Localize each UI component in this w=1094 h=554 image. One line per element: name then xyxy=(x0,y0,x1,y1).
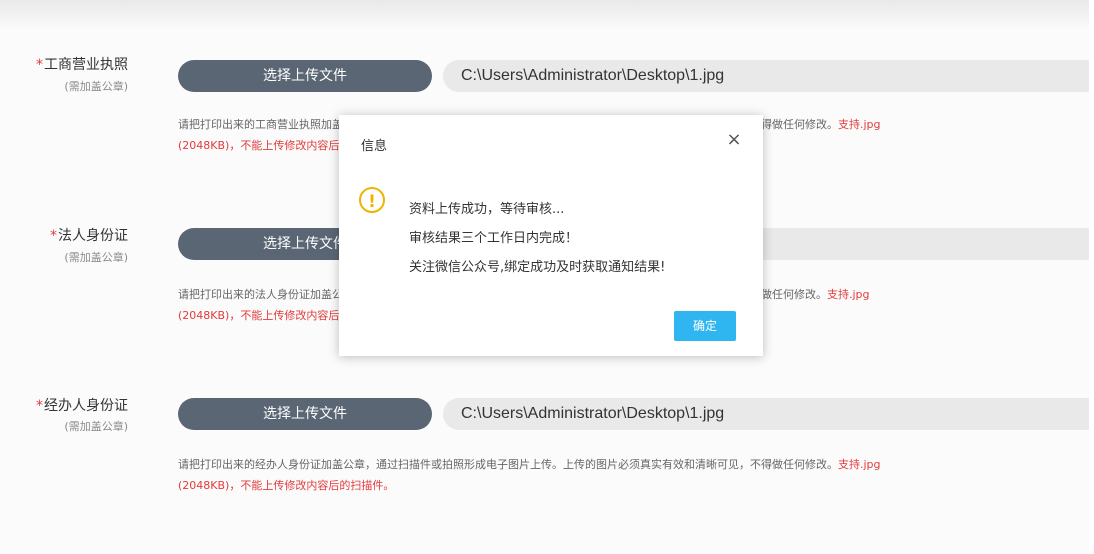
instructions-warning: (2048KB)，不能上传修改内容后的扫描件。 xyxy=(178,479,395,492)
close-icon[interactable]: × xyxy=(725,131,743,149)
instructions-text: 请把打印出来的经办人身份证加盖公章，通过扫描件或拍照形成电子图片上传。上传的图片… xyxy=(178,458,838,471)
field-label: *工商营业执照 xyxy=(8,54,128,74)
field-label: *法人身份证 xyxy=(8,225,128,245)
required-mark: * xyxy=(50,228,57,244)
file-path-field[interactable]: C:\Users\Administrator\Desktop\1.jpg xyxy=(443,60,1094,92)
select-file-button[interactable]: 选择上传文件 xyxy=(178,60,432,92)
field-label-text: 经办人身份证 xyxy=(44,398,128,414)
field-label-text: 法人身份证 xyxy=(58,228,128,244)
instructions-red-text: 支持.jpg xyxy=(838,458,881,471)
field-sublabel: (需加盖公章) xyxy=(64,420,128,433)
upload-instructions: 请把打印出来的经办人身份证加盖公章，通过扫描件或拍照形成电子图片上传。上传的图片… xyxy=(178,454,1094,496)
required-mark: * xyxy=(36,57,43,73)
right-edge xyxy=(1089,0,1094,554)
instructions-red-text: 支持.jpg xyxy=(838,118,881,131)
top-shade xyxy=(0,0,1090,30)
dialog-message-line: 资料上传成功，等待审核... xyxy=(409,202,565,217)
file-path-field[interactable]: C:\Users\Administrator\Desktop\1.jpg xyxy=(443,398,1094,430)
info-dialog: 信息 × ! 资料上传成功，等待审核... 审核结果三个工作日内完成！ 关注微信… xyxy=(339,115,763,356)
field-label-text: 工商营业执照 xyxy=(44,57,128,73)
instructions-red-text: 支持.jpg xyxy=(827,288,870,301)
dialog-message-line: 关注微信公众号,绑定成功及时获取通知结果! xyxy=(409,260,666,275)
dialog-title: 信息 xyxy=(361,139,388,154)
dialog-message-line: 审核结果三个工作日内完成！ xyxy=(409,231,579,246)
select-file-button[interactable]: 选择上传文件 xyxy=(178,398,432,430)
confirm-button[interactable]: 确定 xyxy=(674,311,736,341)
warning-icon: ! xyxy=(359,187,385,213)
field-sublabel: (需加盖公章) xyxy=(64,80,128,93)
field-label: *经办人身份证 xyxy=(8,395,128,415)
field-sublabel: (需加盖公章) xyxy=(64,251,128,264)
required-mark: * xyxy=(36,398,43,414)
